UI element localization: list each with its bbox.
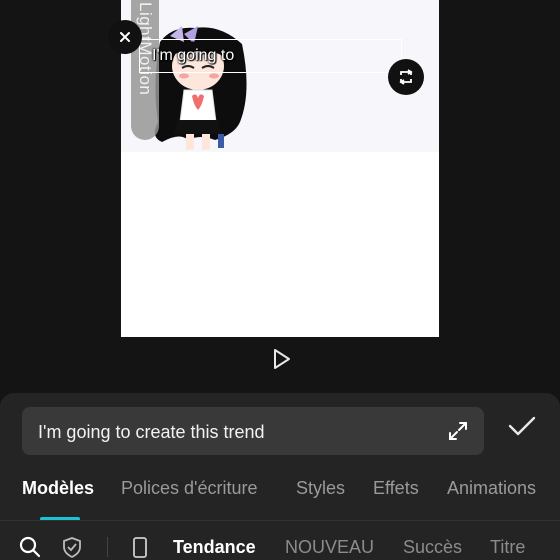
play-button[interactable] (266, 344, 296, 374)
text-overlay-label: I'm going to (152, 47, 235, 64)
expand-icon[interactable] (446, 419, 470, 443)
tab-modeles[interactable]: Modèles (22, 478, 94, 499)
checkmark-icon (508, 416, 536, 436)
shield-icon[interactable] (60, 535, 84, 559)
editor-tabs: Modèles Polices d'écriture Styles Effets… (22, 478, 560, 502)
toolbar-separator (107, 537, 108, 557)
category-bar: Tendance NOUVEAU Succès Titre (0, 534, 560, 560)
category-succes[interactable]: Succès (403, 537, 462, 558)
text-overlay-box[interactable]: I'm going to (139, 39, 402, 73)
category-titre[interactable]: Titre (490, 537, 525, 558)
panel-divider (0, 520, 560, 521)
delete-text-button[interactable] (108, 20, 142, 54)
close-icon (120, 32, 130, 42)
phone-icon[interactable] (128, 535, 152, 559)
confirm-button[interactable] (505, 411, 539, 441)
tab-styles[interactable]: Styles (296, 478, 345, 499)
tab-effets[interactable]: Effets (373, 478, 419, 499)
video-editor-screen: LightMotion I'm going to I'm going to cr… (0, 0, 560, 560)
play-icon (274, 349, 290, 369)
rotate-icon (399, 69, 413, 85)
category-tendance[interactable]: Tendance (173, 537, 256, 558)
text-edit-panel: I'm going to create this trend Modèles P… (0, 393, 560, 560)
text-input-field[interactable]: I'm going to create this trend (22, 407, 484, 455)
search-icon[interactable] (18, 535, 42, 559)
category-nouveau[interactable]: NOUVEAU (285, 537, 374, 558)
tab-animations[interactable]: Animations (447, 478, 536, 499)
tab-polices[interactable]: Polices d'écriture (121, 478, 258, 499)
text-input-value[interactable]: I'm going to create this trend (38, 422, 265, 443)
rotate-scale-handle[interactable] (388, 59, 424, 95)
